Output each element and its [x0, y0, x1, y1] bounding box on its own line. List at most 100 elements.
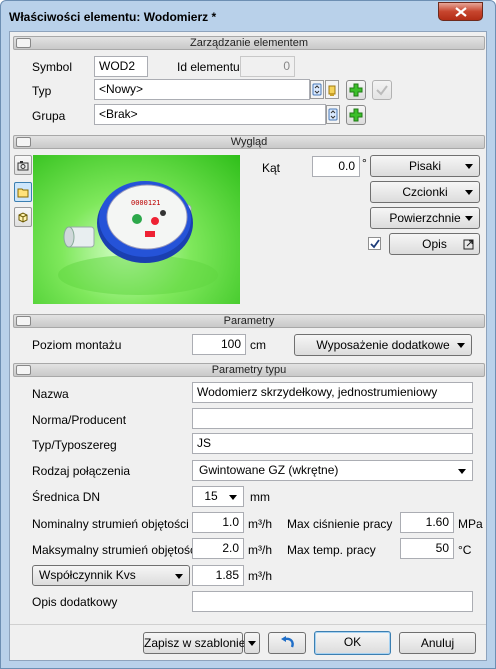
pens-button-label: Pisaki — [408, 159, 441, 173]
2d-view-button[interactable] — [14, 182, 32, 202]
nominal-flow-label: Nominalny strumień objętości — [32, 517, 189, 531]
chevron-down-icon — [465, 216, 473, 221]
surfaces-button-label: Powierzchnie — [389, 211, 461, 225]
ok-button[interactable]: OK — [314, 631, 391, 655]
type-spin-icon[interactable] — [310, 80, 324, 99]
description-button[interactable]: Opis — [389, 233, 480, 255]
group-label: Grupa — [32, 109, 66, 123]
section-management-header[interactable]: Zarządzanie elementem — [13, 36, 485, 50]
max-temp-label: Max temp. pracy — [287, 543, 376, 557]
kvs-unit: m³/h — [248, 569, 272, 583]
section-title: Parametry typu — [211, 364, 287, 376]
type-input[interactable]: <Nowy> — [94, 79, 310, 100]
norm-label: Norma/Producent — [32, 413, 127, 427]
chevron-down-icon — [458, 469, 466, 474]
section-params-header[interactable]: Parametry — [13, 314, 485, 328]
max-pressure-unit: MPa — [458, 517, 483, 531]
kvs-select[interactable]: Współczynnik Kvs — [32, 565, 190, 586]
section-title: Zarządzanie elementem — [189, 37, 308, 49]
fonts-button[interactable]: Czcionki — [370, 181, 480, 203]
save-template-label: Zapisz w szablonie — [144, 636, 246, 650]
chevron-down-icon — [465, 190, 473, 195]
section-type-params-header[interactable]: Parametry typu — [13, 363, 485, 377]
symbol-label: Symbol — [32, 60, 73, 74]
pens-button[interactable]: Pisaki — [370, 155, 480, 177]
dn-value: 15 — [204, 489, 218, 503]
camera-view-button[interactable] — [14, 155, 32, 175]
collapse-chevron-icon — [16, 38, 31, 48]
connection-value: Gwintowane GZ (wkrętne) — [199, 463, 339, 477]
nominal-flow-input[interactable]: 1.0 — [192, 512, 244, 533]
plus-icon — [349, 108, 363, 122]
mount-level-input[interactable]: 100 — [192, 334, 246, 355]
extra-desc-input[interactable] — [192, 591, 473, 612]
description-checkbox[interactable] — [368, 237, 381, 250]
connection-select[interactable]: Gwintowane GZ (wkrętne) — [192, 460, 473, 481]
id-input: 0 — [240, 56, 295, 77]
camera-icon — [17, 160, 29, 170]
section-appearance-header[interactable]: Wygląd — [13, 135, 485, 149]
mount-level-unit: cm — [250, 338, 266, 352]
group-input[interactable]: <Brak> — [94, 104, 326, 125]
close-button[interactable] — [438, 2, 483, 21]
save-template-button[interactable]: Zapisz w szablonie — [143, 632, 246, 654]
max-pressure-label: Max ciśnienie pracy — [287, 517, 393, 531]
popup-icon — [463, 239, 474, 250]
connection-label: Rodzaj połączenia — [32, 464, 131, 478]
dn-unit: mm — [250, 490, 270, 504]
collapse-chevron-icon — [16, 137, 31, 147]
chevron-down-icon — [175, 574, 183, 579]
undo-icon — [281, 636, 294, 648]
collapse-chevron-icon — [16, 316, 31, 326]
ok-label: OK — [343, 635, 362, 649]
section-title: Parametry — [223, 315, 275, 327]
extra-equipment-label: Wyposażenie dodatkowe — [316, 338, 450, 352]
extra-equipment-button[interactable]: Wyposażenie dodatkowe — [294, 334, 472, 356]
angle-label: Kąt — [262, 161, 281, 175]
kvs-input[interactable]: 1.85 — [192, 565, 244, 586]
dialog-window: Właściwości elementu: Wodomierz * Zarząd… — [0, 0, 496, 669]
plus-icon — [349, 83, 363, 97]
check-icon — [376, 85, 388, 96]
symbol-input[interactable]: WOD2 — [94, 56, 148, 77]
folder-view-icon — [17, 188, 29, 198]
max-flow-label: Maksymalny strumień objętości — [32, 543, 199, 557]
max-temp-input[interactable]: 50 — [400, 538, 454, 559]
footer-divider — [10, 624, 486, 625]
id-label: Id elementu — [177, 60, 240, 74]
meter-digits: 0000121 — [131, 199, 161, 207]
type-label: Typ — [32, 84, 52, 98]
description-button-label: Opis — [422, 237, 447, 251]
mount-level-label: Poziom montażu — [32, 338, 122, 352]
name-input[interactable]: Wodomierz skrzydełkowy, jednostrumieniow… — [192, 382, 473, 403]
collapse-chevron-icon — [16, 365, 31, 375]
cube-icon — [18, 212, 28, 223]
surfaces-button[interactable]: Powierzchnie — [370, 207, 480, 229]
type-add-button[interactable] — [346, 80, 366, 100]
fonts-button-label: Czcionki — [402, 185, 448, 199]
chevron-down-icon — [248, 641, 256, 646]
save-template-dropdown[interactable] — [244, 632, 260, 654]
cancel-button[interactable]: Anuluj — [399, 632, 476, 654]
series-input[interactable]: JS — [192, 433, 473, 454]
max-pressure-input[interactable]: 1.60 — [400, 512, 454, 533]
max-flow-input[interactable]: 2.0 — [192, 538, 244, 559]
title-bar: Właściwości elementu: Wodomierz * — [1, 1, 495, 31]
water-meter-image: 0000121 — [58, 181, 218, 295]
dn-select[interactable]: 15 — [192, 486, 244, 507]
dn-label: Średnica DN — [32, 490, 101, 504]
kvs-select-value: Współczynnik Kvs — [39, 568, 136, 582]
group-add-button[interactable] — [346, 105, 366, 125]
type-confirm-button[interactable] — [372, 80, 392, 100]
undo-button[interactable] — [268, 632, 306, 654]
3d-view-button[interactable] — [14, 207, 32, 227]
angle-unit: ° — [362, 156, 367, 170]
group-spin-icon[interactable] — [326, 105, 340, 124]
cancel-label: Anuluj — [420, 636, 455, 650]
dialog-body: Zarządzanie elementem Symbol WOD2 Id ele… — [9, 31, 487, 661]
close-icon — [454, 6, 467, 17]
chevron-down-icon — [465, 164, 473, 169]
angle-input[interactable]: 0.0 — [312, 156, 360, 177]
type-lock-icon[interactable] — [325, 80, 339, 99]
norm-input[interactable] — [192, 408, 473, 429]
